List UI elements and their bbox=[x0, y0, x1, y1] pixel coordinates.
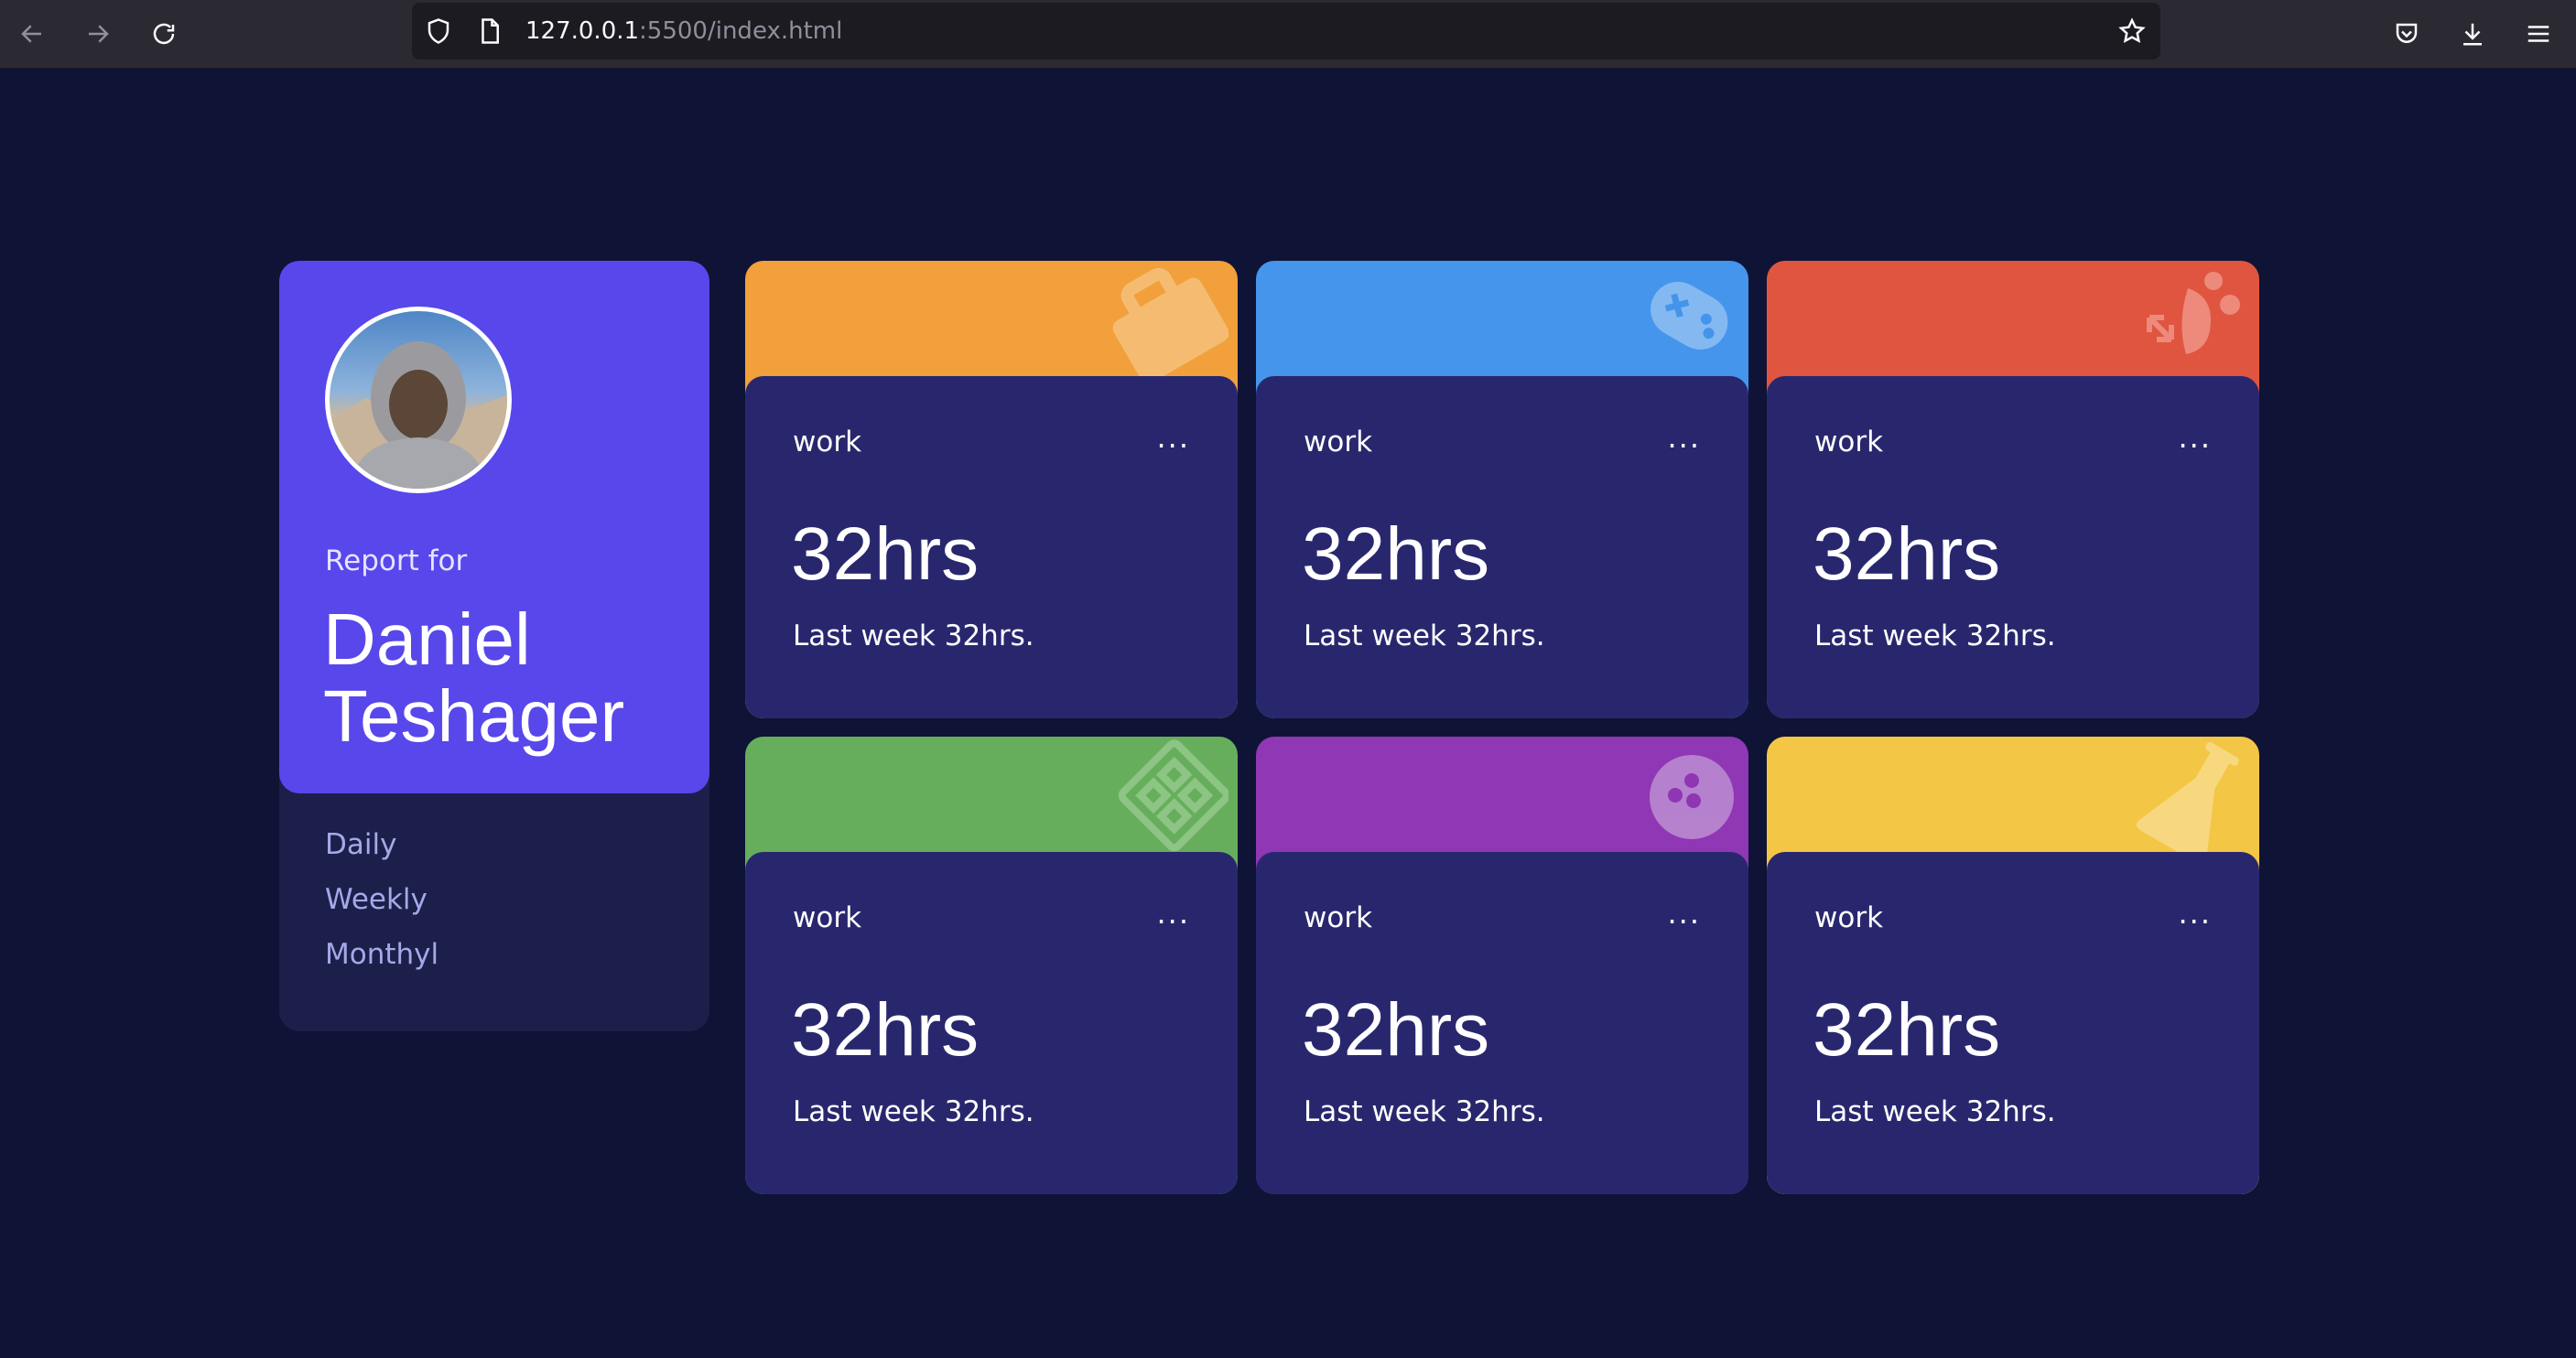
card-hours: 32hrs bbox=[791, 512, 980, 596]
card-body: work ... 32hrs Last week 32hrs. bbox=[1767, 376, 2259, 718]
card-body: work ... 32hrs Last week 32hrs. bbox=[745, 852, 1238, 1194]
activity-card: work ... 32hrs Last week 32hrs. bbox=[745, 261, 1238, 718]
card-title: work bbox=[793, 901, 862, 934]
card-body: work ... 32hrs Last week 32hrs. bbox=[1767, 852, 2259, 1194]
menu-button[interactable] bbox=[2517, 13, 2560, 55]
person-icon bbox=[330, 341, 507, 489]
back-button[interactable] bbox=[11, 13, 53, 55]
page-icon bbox=[482, 18, 499, 44]
card-body: work ... 32hrs Last week 32hrs. bbox=[1256, 852, 1748, 1194]
briefcase-icon bbox=[1112, 267, 1228, 380]
card-title: work bbox=[1814, 901, 1884, 934]
browser-toolbar: 127.0.0.1:5500/index.html bbox=[0, 0, 2576, 69]
reload-icon bbox=[153, 23, 175, 45]
address-bar[interactable]: 127.0.0.1:5500/index.html bbox=[412, 3, 2160, 59]
card-title: work bbox=[1304, 901, 1373, 934]
card-previous: Last week 32hrs. bbox=[1304, 1095, 1545, 1128]
activity-card: work ... 32hrs Last week 32hrs. bbox=[1256, 737, 1748, 1194]
exercise-icon bbox=[1118, 739, 1228, 852]
forward-button[interactable] bbox=[77, 13, 119, 55]
card-body: work ... 32hrs Last week 32hrs. bbox=[745, 376, 1238, 718]
download-icon bbox=[2463, 23, 2482, 46]
forward-arrow-icon bbox=[89, 25, 109, 43]
report-label: Report for bbox=[325, 544, 468, 577]
user-name: Daniel Teshager bbox=[323, 598, 625, 757]
activity-card: work ... 32hrs Last week 32hrs. bbox=[1256, 261, 1748, 718]
bowling-ball-icon bbox=[1650, 755, 1734, 839]
profile-card: Report for Daniel Teshager Daily Weekly … bbox=[279, 261, 709, 1031]
card-menu-button[interactable]: ... bbox=[1156, 420, 1190, 455]
pocket-button[interactable] bbox=[2386, 13, 2428, 55]
card-body: work ... 32hrs Last week 32hrs. bbox=[1256, 376, 1748, 718]
back-arrow-icon bbox=[21, 25, 41, 43]
period-daily[interactable]: Daily bbox=[325, 828, 396, 861]
card-hours: 32hrs bbox=[791, 988, 980, 1072]
gamepad-icon bbox=[1651, 281, 1728, 350]
flask-icon bbox=[2136, 742, 2239, 856]
period-weekly[interactable]: Weekly bbox=[325, 883, 428, 916]
card-menu-button[interactable]: ... bbox=[2178, 896, 2212, 931]
card-previous: Last week 32hrs. bbox=[1814, 1095, 2056, 1128]
card-title: work bbox=[1304, 426, 1373, 458]
card-title: work bbox=[793, 426, 862, 458]
avatar bbox=[325, 307, 512, 493]
url-text[interactable]: 127.0.0.1:5500/index.html bbox=[525, 17, 842, 45]
card-previous: Last week 32hrs. bbox=[793, 620, 1034, 652]
card-previous: Last week 32hrs. bbox=[1304, 620, 1545, 652]
profile-header: Report for Daniel Teshager bbox=[279, 261, 709, 793]
card-previous: Last week 32hrs. bbox=[1814, 620, 2056, 652]
downloads-button[interactable] bbox=[2452, 13, 2494, 55]
card-hours: 32hrs bbox=[1813, 988, 2001, 1072]
activity-card: work ... 32hrs Last week 32hrs. bbox=[1767, 261, 2259, 718]
activity-card: work ... 32hrs Last week 32hrs. bbox=[745, 737, 1238, 1194]
hamburger-menu-icon bbox=[2527, 26, 2549, 42]
card-menu-button[interactable]: ... bbox=[1156, 896, 1190, 931]
card-title: work bbox=[1814, 426, 1884, 458]
card-previous: Last week 32hrs. bbox=[793, 1095, 1034, 1128]
card-menu-button[interactable]: ... bbox=[2178, 420, 2212, 455]
pocket-icon bbox=[2396, 23, 2418, 43]
card-hours: 32hrs bbox=[1302, 988, 1490, 1072]
card-hours: 32hrs bbox=[1813, 512, 2001, 596]
shield-icon[interactable] bbox=[425, 17, 452, 45]
study-icon bbox=[2147, 272, 2240, 354]
card-menu-button[interactable]: ... bbox=[1667, 896, 1701, 931]
bookmark-star-icon[interactable] bbox=[2118, 17, 2146, 45]
card-hours: 32hrs bbox=[1302, 512, 1490, 596]
activity-card: work ... 32hrs Last week 32hrs. bbox=[1767, 737, 2259, 1194]
period-monthly[interactable]: Monthyl bbox=[325, 938, 438, 971]
card-menu-button[interactable]: ... bbox=[1667, 420, 1701, 455]
reload-button[interactable] bbox=[143, 13, 185, 55]
